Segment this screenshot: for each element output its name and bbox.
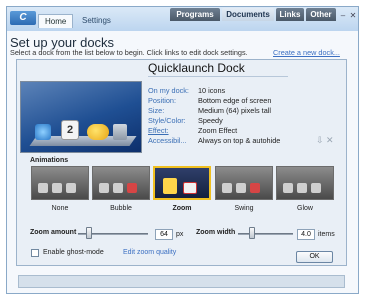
zoom-width-slider-thumb[interactable] [248, 227, 255, 239]
prop-label-on-my-dock[interactable]: On my dock: [148, 86, 189, 95]
dock-preview[interactable]: 2 [20, 81, 142, 153]
animation-swing-thumbnail[interactable] [215, 166, 273, 200]
dock-name: Quicklaunch Dock [148, 61, 245, 75]
zoom-width-input[interactable]: 4.0 [297, 229, 315, 240]
zoom-amount-unit: px [176, 231, 184, 238]
prop-label-accessibility[interactable]: Accessibil... [148, 136, 187, 145]
tab-settings[interactable]: Settings [76, 14, 117, 28]
prop-value-style-color: Speedy [198, 116, 223, 125]
divider [148, 76, 288, 77]
prop-label-size[interactable]: Size: [148, 106, 164, 115]
prop-value-size: Medium (64) pixels tall [198, 106, 271, 115]
prop-label-style-color[interactable]: Style/Color: [148, 116, 186, 125]
page-subtitle: Select a dock from the list below to beg… [10, 48, 248, 57]
minimize-icon[interactable]: – [339, 12, 347, 20]
bottom-strip [18, 275, 345, 288]
animation-swing-label: Swing [234, 205, 254, 212]
lock-icon [163, 178, 177, 194]
download-icon[interactable]: ⇩ [316, 135, 324, 146]
prop-label-effect[interactable]: Effect: [148, 126, 169, 135]
zoom-amount-slider-thumb[interactable] [85, 227, 92, 239]
delete-icon[interactable]: ✕ [326, 135, 334, 146]
animation-zoom-thumbnail[interactable] [153, 166, 211, 200]
animation-zoom-label: Zoom [172, 205, 192, 212]
mail-icon [183, 182, 197, 194]
calendar-icon: 2 [61, 120, 79, 140]
tab-documents[interactable]: Documents [222, 8, 274, 21]
animation-bubble-label: Bubble [110, 205, 132, 212]
ghost-mode-checkbox[interactable] [31, 249, 39, 257]
zoom-amount-input[interactable]: 64 [155, 229, 173, 240]
prop-value-accessibility: Always on top & autohide [198, 136, 281, 145]
tab-home[interactable]: Home [38, 14, 74, 28]
zoom-width-label: Zoom width [196, 229, 236, 236]
ok-button[interactable]: OK [296, 251, 333, 263]
ghost-mode-label: Enable ghost-mode [43, 249, 104, 256]
animation-glow-thumbnail[interactable] [276, 166, 334, 200]
tab-programs[interactable]: Programs [170, 8, 220, 21]
trash-icon [113, 124, 127, 140]
close-icon[interactable]: ✕ [349, 12, 357, 20]
animations-heading: Animations [30, 157, 69, 164]
zoom-width-unit: items [318, 231, 335, 238]
animation-glow-label: Glow [297, 205, 313, 212]
animation-bubble-thumbnail[interactable] [92, 166, 150, 200]
prop-label-position[interactable]: Position: [148, 96, 176, 105]
app-logo: C [10, 11, 36, 25]
prop-value-on-my-dock: 10 icons [198, 86, 226, 95]
weather-icon [87, 124, 109, 140]
prop-value-position: Bottom edge of screen [198, 96, 272, 105]
animation-none-label: None [51, 205, 69, 212]
zoom-amount-label: Zoom amount [30, 229, 77, 236]
tab-other[interactable]: Other [306, 8, 336, 21]
edit-zoom-quality-link[interactable]: Edit zoom quality [123, 249, 176, 256]
zoom-width-slider-track[interactable] [238, 233, 293, 235]
app-icon [35, 124, 51, 140]
prop-value-effect: Zoom Effect [198, 126, 238, 135]
tab-links[interactable]: Links [276, 8, 304, 21]
animation-none-thumbnail[interactable] [31, 166, 89, 200]
create-dock-link[interactable]: Create a new dock... [273, 48, 340, 57]
